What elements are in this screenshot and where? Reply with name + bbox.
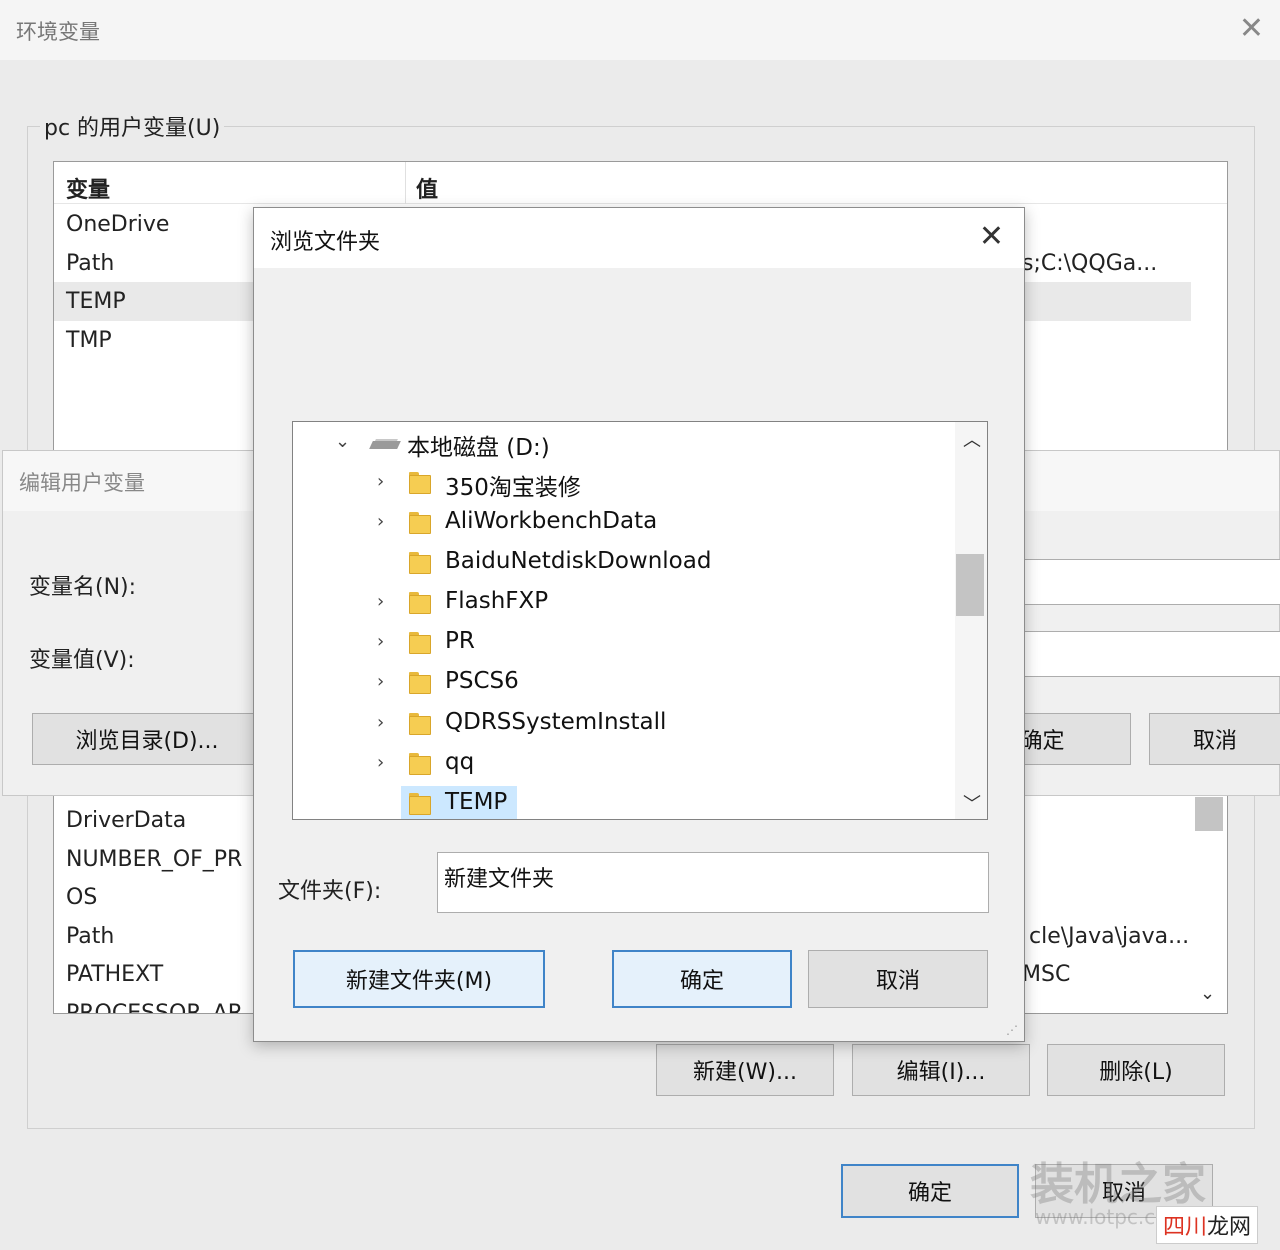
- resize-grip-icon[interactable]: ⋰: [1006, 1023, 1018, 1037]
- user-variables-label: pc 的用户变量(U): [40, 110, 225, 142]
- drive-icon: [369, 437, 401, 451]
- tree-item[interactable]: › qq: [293, 744, 955, 784]
- edit-variable-button[interactable]: 编辑(I)...: [852, 1044, 1030, 1096]
- folder-icon: [409, 552, 431, 574]
- new-variable-button[interactable]: 新建(W)...: [656, 1044, 834, 1096]
- chevron-down-icon[interactable]: ﹀: [963, 790, 981, 816]
- variable-value-label: 变量值(V):: [29, 648, 135, 673]
- tree-root-label: 本地磁盘 (D:): [407, 435, 550, 461]
- tree-scrollbar[interactable]: ︿ ﹀: [955, 422, 987, 819]
- row-name: NUMBER_OF_PR: [66, 847, 243, 872]
- chevron-right-icon[interactable]: ›: [377, 631, 384, 652]
- variable-name-label: 变量名(N):: [29, 575, 137, 600]
- header-variable[interactable]: 变量: [66, 172, 110, 204]
- row-value: s;C:\QQGa...: [1022, 251, 1158, 276]
- row-name: OS: [66, 885, 98, 910]
- tree-item[interactable]: › 350淘宝装修: [293, 463, 955, 503]
- tree-item-label: AliWorkbenchData: [445, 508, 658, 534]
- tree-item-label: 350淘宝装修: [445, 475, 581, 501]
- row-name: Path: [66, 251, 115, 276]
- delete-variable-button[interactable]: 删除(L): [1047, 1044, 1225, 1096]
- chevron-down-icon[interactable]: ⌄: [1200, 983, 1215, 1004]
- env-ok-button[interactable]: 确定: [841, 1164, 1019, 1218]
- folder-name-field[interactable]: 新建文件夹: [437, 852, 989, 913]
- env-close-icon[interactable]: ✕: [1239, 14, 1264, 44]
- folder-icon: [409, 472, 431, 494]
- header-value[interactable]: 值: [416, 172, 438, 204]
- env-titlebar: 环境变量 ✕: [0, 0, 1280, 60]
- tree-item[interactable]: › FlashFXP: [293, 583, 955, 623]
- chevron-down-icon[interactable]: ⌄: [335, 431, 350, 452]
- close-icon[interactable]: ✕: [979, 222, 1004, 252]
- row-name: DriverData: [66, 808, 187, 833]
- folder-icon: [409, 672, 431, 694]
- tree-item[interactable]: › PR: [293, 623, 955, 663]
- tree-item[interactable]: BaiduNetdiskDownload: [293, 543, 955, 583]
- row-name: Path: [66, 924, 115, 949]
- list-header: 变量 值: [54, 162, 1227, 204]
- row-value: MSC: [1022, 962, 1071, 987]
- chevron-right-icon[interactable]: ›: [377, 471, 384, 492]
- env-title: 环境变量: [16, 20, 100, 44]
- tree-item[interactable]: › QDRSSystemInstall: [293, 704, 955, 744]
- system-list-scrollbar[interactable]: ⌄: [1191, 791, 1227, 1013]
- browse-directory-button[interactable]: 浏览目录(D)...: [32, 713, 262, 765]
- browse-ok-button[interactable]: 确定: [612, 950, 792, 1008]
- tree-item-label: FlashFXP: [445, 588, 549, 614]
- tree-item-label: PR: [445, 628, 475, 654]
- site-badge: 四川龙网: [1155, 1206, 1258, 1244]
- tree-item-label: qq: [445, 749, 475, 775]
- folder-tree[interactable]: ⌄ 本地磁盘 (D:) › 350淘宝装修 › AliWorkbenchData…: [292, 421, 988, 820]
- browse-title: 浏览文件夹: [270, 230, 381, 255]
- variable-name-field[interactable]: [1023, 559, 1280, 605]
- folder-icon: [409, 713, 431, 735]
- row-name: PROCESSOR_AR: [66, 1001, 243, 1014]
- row-name: TEMP: [66, 289, 126, 314]
- chevron-right-icon[interactable]: ›: [377, 591, 384, 612]
- tree-item-label: TEMP: [445, 789, 508, 815]
- folder-icon: [409, 753, 431, 775]
- scroll-thumb[interactable]: [1195, 797, 1223, 831]
- chevron-right-icon[interactable]: ›: [377, 671, 384, 692]
- folder-icon: [409, 632, 431, 654]
- tree-root-drive[interactable]: ⌄ 本地磁盘 (D:): [293, 423, 955, 463]
- tree-item[interactable]: › AliWorkbenchData: [293, 503, 955, 543]
- row-name: PATHEXT: [66, 962, 164, 987]
- row-name: OneDrive: [66, 212, 170, 237]
- chevron-right-icon[interactable]: ›: [377, 511, 384, 532]
- row-value: cle\Java\java...: [1029, 924, 1190, 949]
- browse-folder-dialog: 浏览文件夹 ✕ ⌄ 本地磁盘 (D:) › 350淘宝装修 › AliWorkb…: [253, 207, 1025, 1042]
- chevron-up-icon[interactable]: ︿: [963, 426, 981, 452]
- tree-item-selected[interactable]: TEMP: [293, 784, 955, 819]
- edit-cancel-button[interactable]: 取消: [1149, 713, 1280, 765]
- tree-item[interactable]: › PSCS6: [293, 663, 955, 703]
- badge-text-a: 四川: [1162, 1215, 1207, 1240]
- browse-titlebar: 浏览文件夹 ✕: [254, 208, 1024, 268]
- badge-text-b: 龙网: [1206, 1215, 1251, 1240]
- tree-item-label: BaiduNetdiskDownload: [445, 548, 712, 574]
- watermark-text: 装机之家: [1030, 1159, 1206, 1210]
- folder-icon: [409, 592, 431, 614]
- edit-title: 编辑用户变量: [19, 471, 145, 495]
- tree-item-label: PSCS6: [445, 668, 519, 694]
- folder-icon: [409, 512, 431, 534]
- chevron-right-icon[interactable]: ›: [377, 712, 384, 733]
- new-folder-button[interactable]: 新建文件夹(M): [293, 950, 545, 1008]
- tree-item-label: QDRSSystemInstall: [445, 709, 667, 735]
- folder-icon: [409, 793, 431, 815]
- browse-cancel-button[interactable]: 取消: [808, 950, 988, 1008]
- row-name: TMP: [66, 328, 112, 353]
- variable-value-field[interactable]: [1023, 631, 1280, 677]
- chevron-right-icon[interactable]: ›: [377, 752, 384, 773]
- folder-label: 文件夹(F):: [278, 879, 382, 904]
- scroll-thumb[interactable]: [956, 554, 984, 616]
